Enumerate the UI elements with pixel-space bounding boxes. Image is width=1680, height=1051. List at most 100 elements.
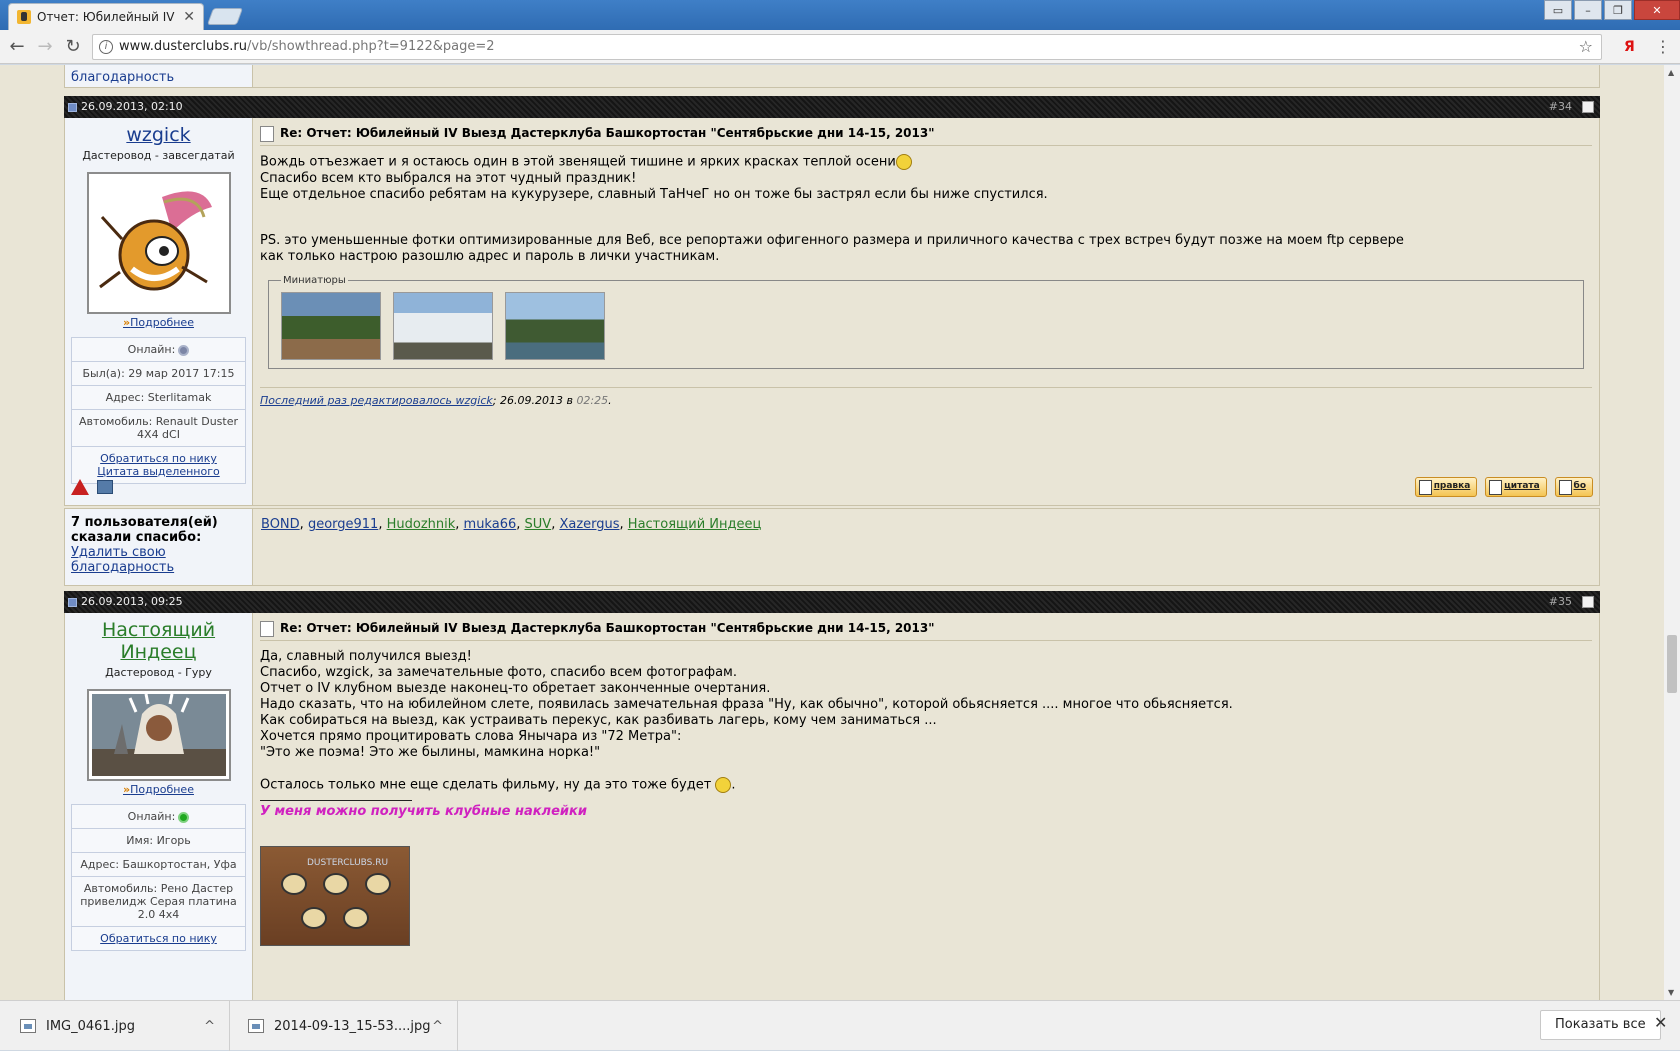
download-filename: IMG_0461.jpg: [46, 1018, 135, 1034]
thanks-user-link[interactable]: muka66: [464, 517, 517, 532]
browser-tab[interactable]: Отчет: Юбилейный IV В ✕: [8, 3, 204, 30]
address-bar[interactable]: i www.dusterclubs.ru/vb/showthread.php?t…: [92, 34, 1602, 60]
thanks-user-link[interactable]: Настоящий Индеец: [628, 517, 762, 532]
tab-title: Отчет: Юбилейный IV В: [37, 10, 178, 24]
thumbnail-image[interactable]: [392, 291, 493, 360]
post-header: 26.09.2013, 09:25 #35: [64, 591, 1600, 613]
edited-by-link[interactable]: Последний раз редактировалось wzgick: [260, 394, 493, 407]
thumbnail-image[interactable]: [281, 291, 381, 360]
quote-selected-link[interactable]: Цитата выделенного: [76, 465, 241, 478]
post-line: Надо сказать, что на юбилейном слете, по…: [260, 697, 1233, 712]
user-address: Адрес: Башкортостан, Уфа: [72, 853, 245, 877]
avatar-bee-image: [91, 177, 226, 307]
address-by-nick-link[interactable]: Обратиться по нику: [76, 452, 241, 465]
post-number-link[interactable]: 35: [1558, 595, 1572, 608]
new-tab-button[interactable]: [206, 8, 244, 25]
download-item[interactable]: IMG_0461.jpg ^: [0, 1001, 230, 1051]
post-35: 26.09.2013, 09:25 #35 Настоящий Индеец Д…: [64, 591, 1600, 1000]
thanks-user-link[interactable]: Xazergus: [559, 517, 619, 532]
prev-thanks-block: благодарность: [64, 65, 1600, 88]
user-name: Имя: Игорь: [72, 829, 245, 853]
post-line: Спасибо всем кто выбрался на этот чудный…: [260, 170, 637, 186]
user-links: Обратиться по нику: [72, 927, 245, 950]
sad-smiley-icon: [895, 154, 912, 170]
bookmark-star-icon[interactable]: ☆: [1579, 35, 1593, 59]
tab-close-icon[interactable]: ✕: [183, 9, 195, 25]
user-icon[interactable]: ▭: [1544, 0, 1572, 20]
post-date: 26.09.2013, 02:10: [81, 100, 183, 113]
username-link[interactable]: Настоящий Индеец: [99, 619, 219, 663]
chevron-up-icon[interactable]: ^: [204, 1019, 215, 1034]
post-content: Re: Отчет: Юбилейный IV Выезд Дастерклуб…: [253, 118, 1599, 407]
username-link[interactable]: wzgick: [65, 124, 252, 146]
thanks-label-cell: 7 пользователя(ей) сказали спасибо: Удал…: [65, 509, 253, 585]
post-date: 26.09.2013, 09:25: [81, 595, 183, 608]
close-downloads-icon[interactable]: ✕: [1654, 1013, 1667, 1032]
post-line: Как собираться на выезд, как устраивать …: [260, 713, 937, 728]
close-window-button[interactable]: ✕: [1634, 0, 1680, 20]
scroll-down-icon[interactable]: ▼: [1668, 988, 1674, 997]
thanks-user-link[interactable]: george911: [308, 517, 378, 532]
sticker-brand: DUSTERCLUBS.RU: [307, 857, 389, 868]
post-line: Осталось только мне еще сделать фильму, …: [260, 777, 716, 793]
thanks-user-link[interactable]: Hudozhnik: [387, 517, 456, 532]
downloads-bar: IMG_0461.jpg ^ 2014-09-13_15-53....jpg ^…: [0, 1000, 1680, 1051]
sticker-image[interactable]: DUSTERCLUBS.RU: [260, 845, 410, 946]
reload-icon[interactable]: ↻: [62, 37, 84, 57]
page-scrollbar[interactable]: ▲ ▼: [1664, 65, 1680, 1000]
post-title: Re: Отчет: Юбилейный IV Выезд Дастерклуб…: [260, 619, 1592, 641]
post-number-link[interactable]: 34: [1558, 100, 1572, 113]
scrollbar-thumb[interactable]: [1667, 635, 1677, 693]
thanks-label: 7 пользователя(ей) сказали спасибо:: [71, 515, 218, 545]
post-title: Re: Отчет: Юбилейный IV Выезд Дастерклуб…: [260, 124, 1592, 146]
thanks-users: BOND, george911, Hudozhnik, muka66, SUV,…: [261, 517, 762, 532]
remove-thanks-link[interactable]: Удалить свою благодарность: [71, 545, 246, 575]
avatar[interactable]: [86, 172, 231, 314]
thanks-user-link[interactable]: BOND: [261, 517, 300, 532]
post-body: wzgick Дастеровод - завсегдатай »Подробн: [64, 118, 1600, 506]
online-status: Онлайн:: [72, 338, 245, 362]
thanks-user-link[interactable]: SUV: [525, 517, 552, 532]
chevron-up-icon[interactable]: ^: [432, 1019, 443, 1034]
warning-icon[interactable]: [71, 479, 89, 495]
favicon-icon: [17, 10, 31, 24]
report-icon[interactable]: [97, 480, 113, 494]
thumbnail-image[interactable]: [504, 291, 605, 360]
avatar-chief-image: [91, 693, 226, 776]
scroll-up-icon[interactable]: ▲: [1668, 68, 1674, 77]
user-info-table: Онлайн: Имя: Игорь Адрес: Башкортостан, …: [71, 804, 246, 951]
edit-button[interactable]: правка: [1414, 477, 1478, 497]
more-button[interactable]: бо: [1554, 477, 1593, 497]
post-line: Спасибо, wzgick, за замечательные фото, …: [260, 665, 737, 680]
more-info-link[interactable]: »Подробнее: [65, 316, 252, 329]
user-panel: Настоящий Индеец Дастеровод - Гуру »Подр…: [65, 613, 253, 1000]
edited-note: Последний раз редактировалось wzgick; 26…: [260, 386, 1592, 407]
info-icon[interactable]: i: [99, 40, 113, 54]
offline-indicator-icon: [178, 344, 190, 356]
minimize-button[interactable]: –: [1574, 0, 1602, 20]
user-car: Автомобиль: Renault Duster 4X4 dCI: [72, 410, 245, 447]
url-path: /vb/showthread.php?t=9122&page=2: [247, 39, 495, 54]
browser-titlebar: Отчет: Юбилейный IV В ✕ ▭ – ❐ ✕: [0, 0, 1680, 30]
show-all-button[interactable]: Показать все: [1540, 1010, 1661, 1040]
thumbnails-box: Миниатюры: [268, 274, 1584, 369]
more-info-link[interactable]: »Подробнее: [65, 783, 252, 796]
post-line: Да, славный получился выезд!: [260, 649, 472, 664]
remove-thanks-link[interactable]: благодарность: [71, 70, 174, 85]
post-tools: [71, 479, 113, 495]
download-item[interactable]: 2014-09-13_15-53....jpg ^: [230, 1001, 458, 1051]
page-viewport: благодарность 26.09.2013, 02:10 #34 wzgi…: [0, 65, 1664, 1000]
post-select-checkbox[interactable]: [1582, 101, 1594, 113]
online-status: Онлайн:: [72, 805, 245, 829]
post-select-checkbox[interactable]: [1582, 596, 1594, 608]
restore-button[interactable]: ❐: [1604, 0, 1632, 20]
avatar[interactable]: [86, 689, 231, 781]
yandex-extension-icon[interactable]: Я: [1624, 39, 1635, 55]
menu-icon[interactable]: ⋮: [1655, 37, 1671, 56]
quote-button[interactable]: цитата: [1485, 477, 1547, 497]
back-icon[interactable]: ←: [6, 37, 28, 57]
post-line: Хочется прямо процитировать слова Янычар…: [260, 729, 682, 744]
address-by-nick-link[interactable]: Обратиться по нику: [76, 932, 241, 945]
forward-icon[interactable]: →: [34, 37, 56, 57]
smiley-icon: [715, 777, 732, 793]
